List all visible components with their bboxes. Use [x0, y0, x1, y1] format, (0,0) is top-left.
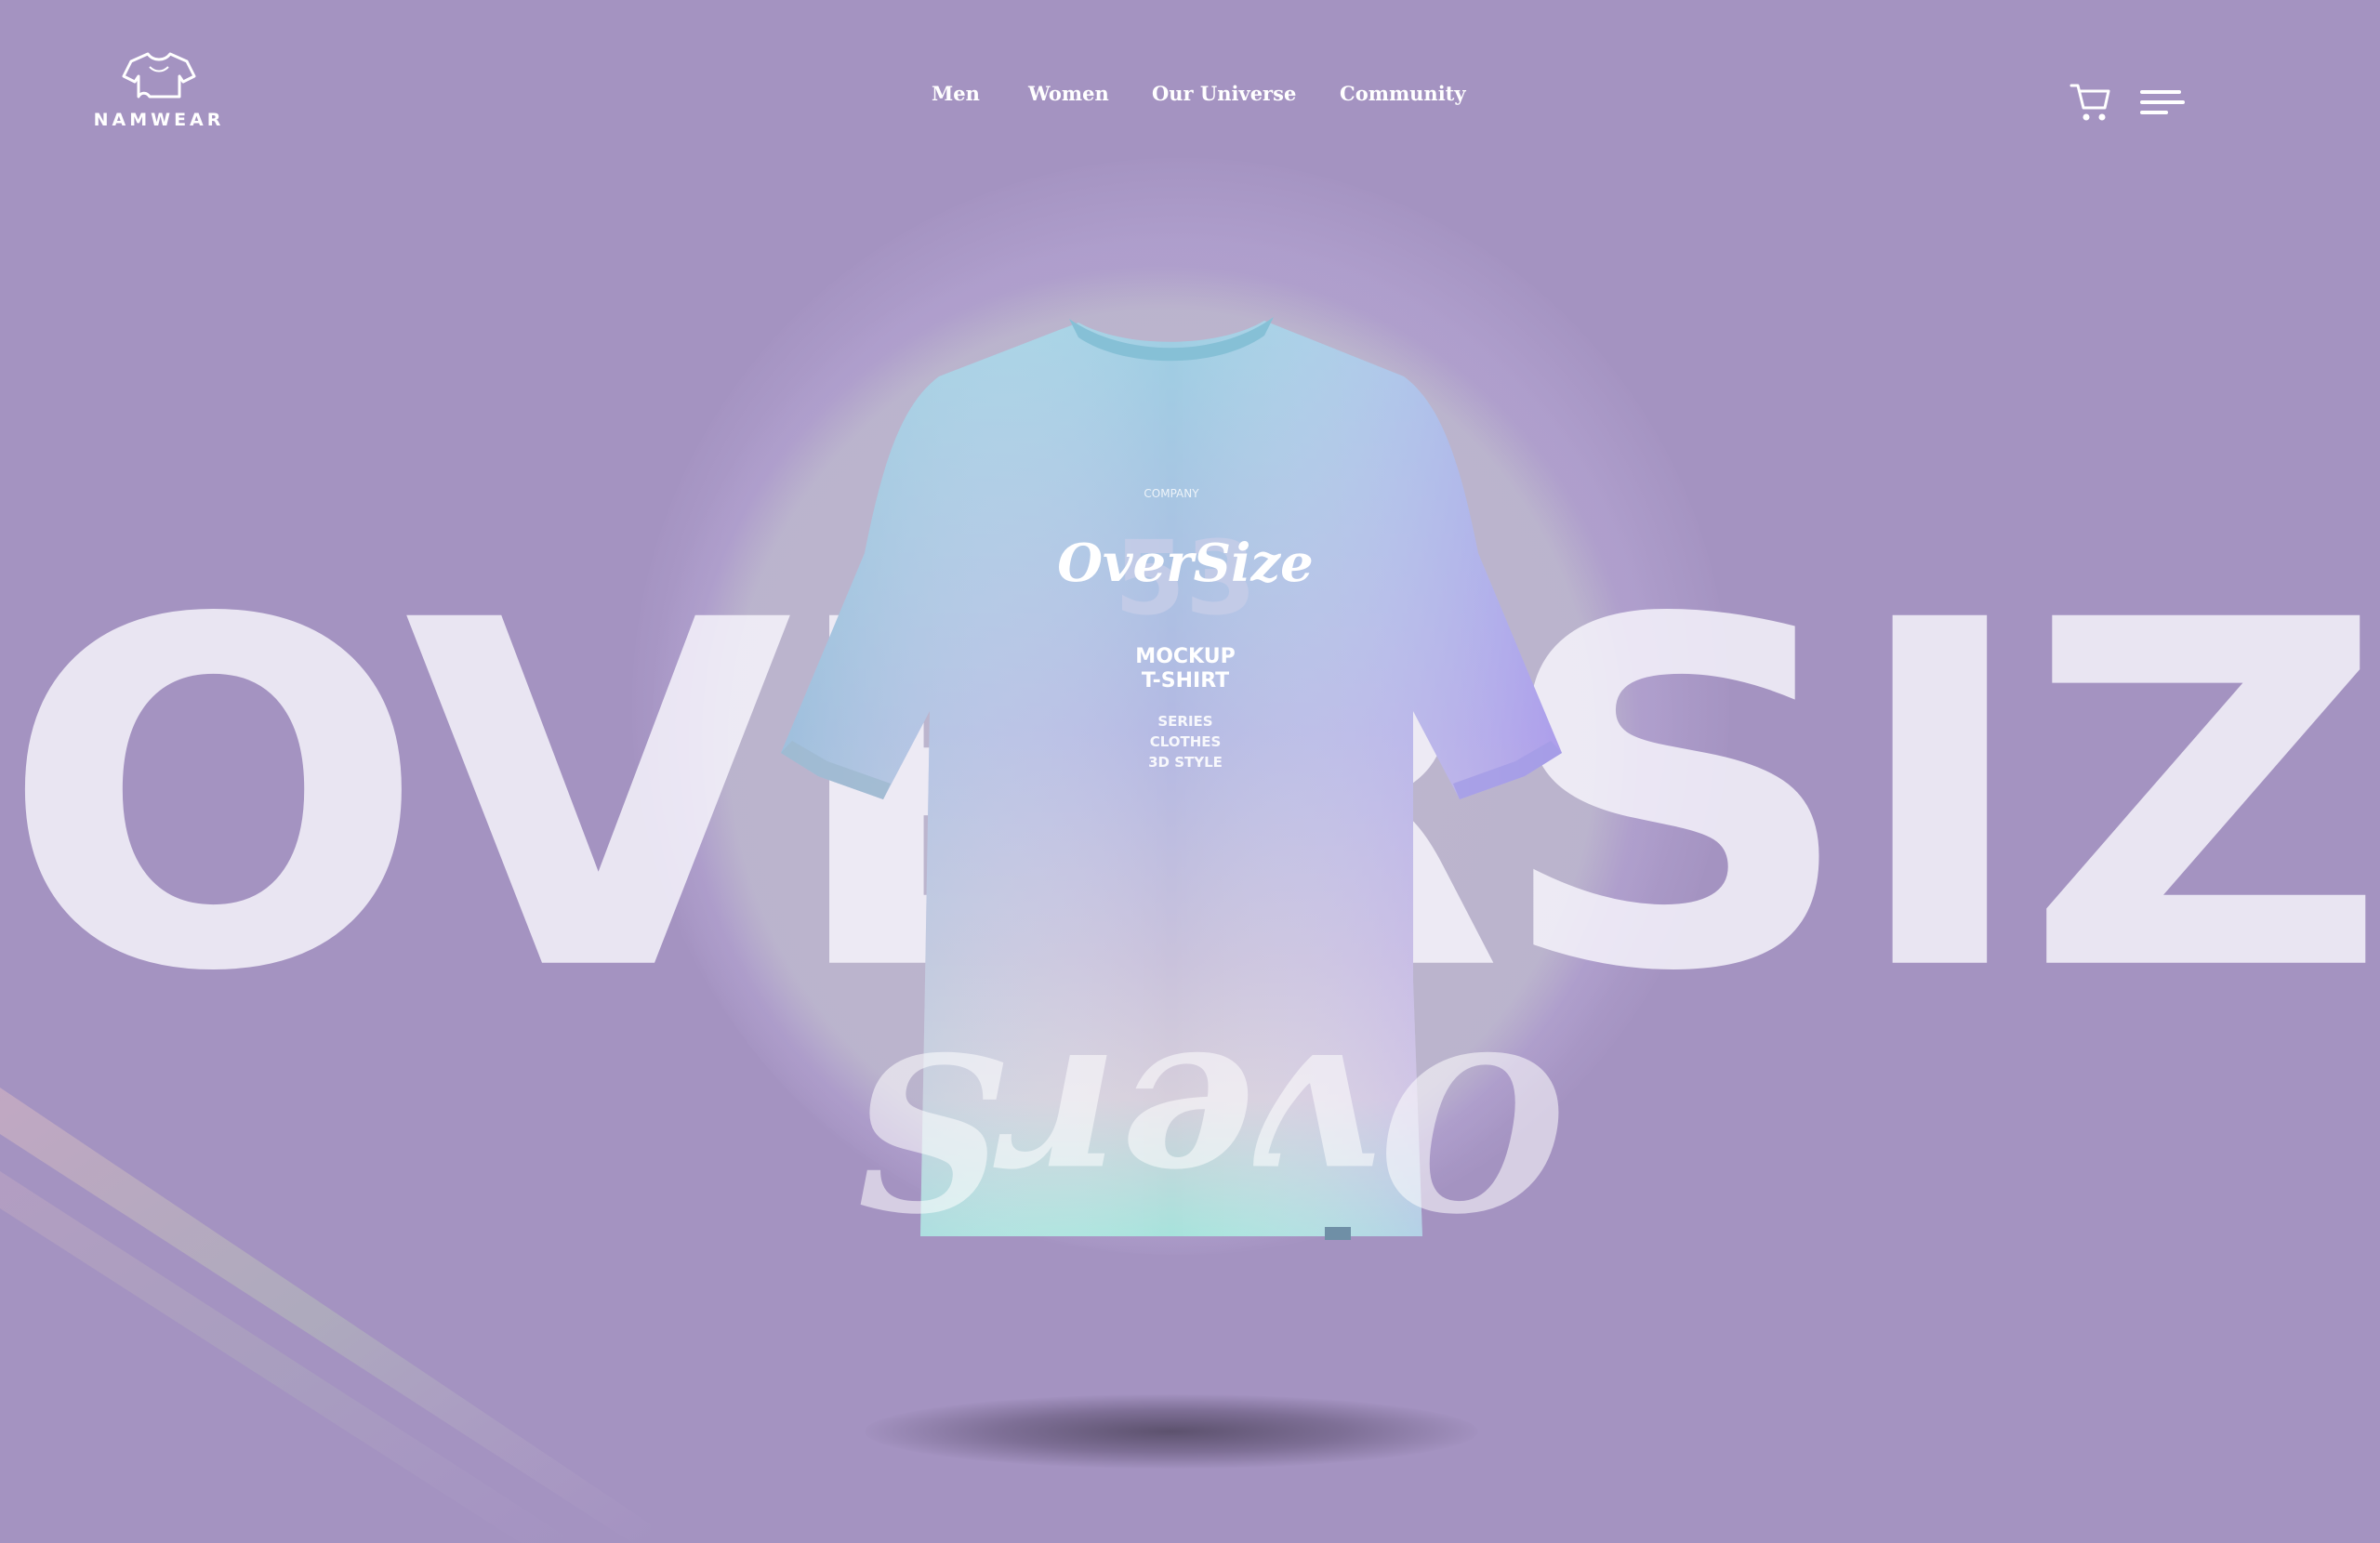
print-line-1: MOCKUP [1135, 645, 1235, 668]
nav-item-women[interactable]: Women [1028, 82, 1109, 105]
print-small-line-3: 3D STYLE [1148, 754, 1223, 771]
oversized-tshirt-image[interactable]: COMPANY 53 OverSize MOCKUP T-SHIRT SERIE… [772, 311, 1571, 1250]
nav-item-our-universe[interactable]: Our Universe [1152, 82, 1296, 105]
hem-print: OverS [852, 1004, 1566, 1250]
print-logo: OverSize [1057, 533, 1314, 594]
print-line-2: T-SHIRT [1142, 669, 1229, 692]
print-small-line-1: SERIES [1157, 713, 1212, 730]
main-nav: Men Women Our Universe Community [0, 82, 2380, 110]
nav-item-community[interactable]: Community [1340, 82, 1466, 105]
print-small-label: COMPANY [1144, 487, 1199, 500]
brand-name: NAMWEAR [93, 110, 225, 130]
nav-item-men[interactable]: Men [932, 82, 980, 105]
cart-icon[interactable] [2069, 80, 2110, 125]
shirt-tag [1325, 1227, 1351, 1240]
hamburger-menu-icon[interactable] [2140, 88, 2185, 116]
shirt-shadow [865, 1394, 1478, 1469]
light-streaks [0, 1088, 651, 1543]
hero-page: OVERSIZED COMPANY 53 Ove [0, 0, 2380, 1543]
print-small-line-2: CLOTHES [1150, 733, 1222, 750]
